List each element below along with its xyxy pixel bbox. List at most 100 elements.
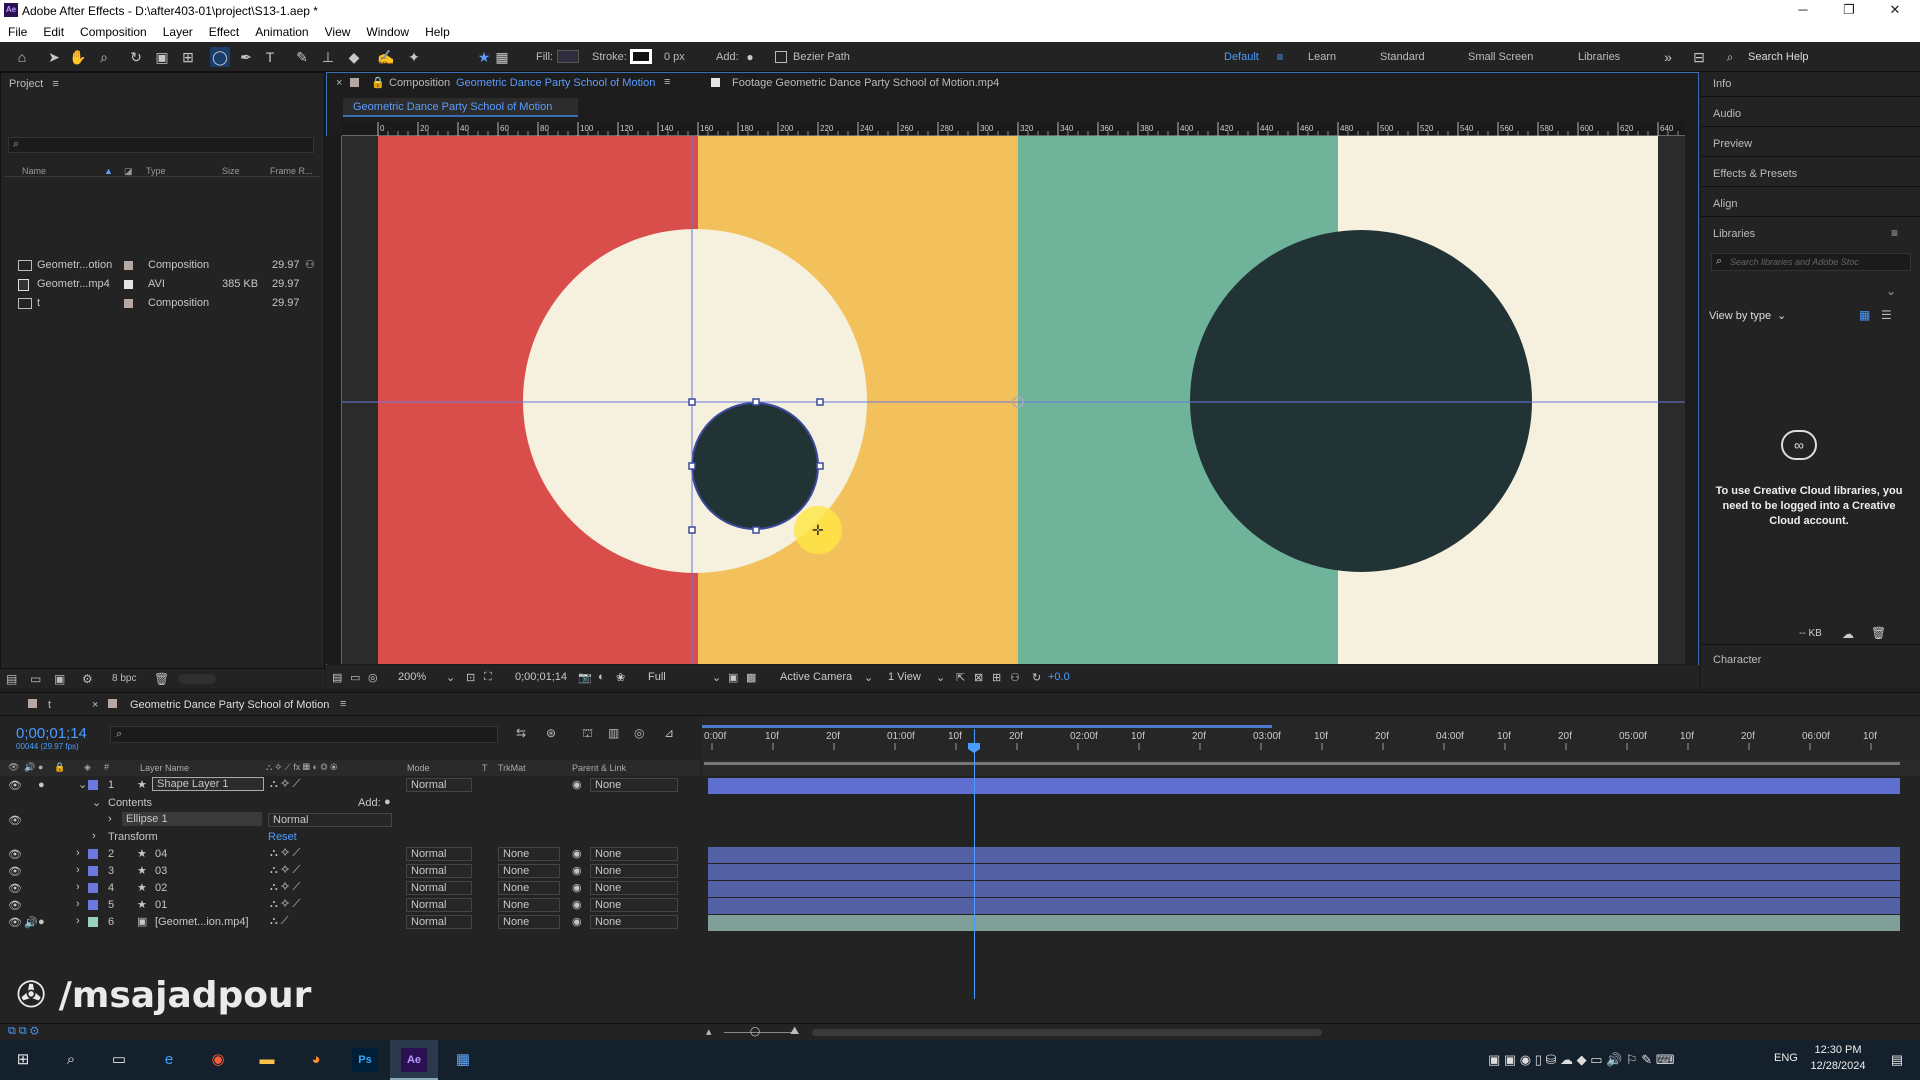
pickwhip-icon[interactable]: ◉ bbox=[572, 898, 582, 911]
clock-date[interactable]: 12/28/2024 bbox=[1808, 1060, 1868, 1072]
windows-start-icon[interactable]: ⊞ bbox=[10, 1048, 36, 1072]
view-by-type-dropdown[interactable]: View by type bbox=[1709, 310, 1771, 322]
layer-name[interactable]: 01 bbox=[155, 899, 167, 911]
add-circle-icon[interactable]: ● bbox=[384, 796, 391, 808]
menu-file[interactable]: File bbox=[0, 22, 35, 39]
blend-mode-dropdown[interactable]: Normal bbox=[268, 813, 392, 827]
zoom-out-icon[interactable]: ▴ bbox=[706, 1025, 712, 1038]
stroke-swatch[interactable] bbox=[630, 49, 652, 64]
toggle-pixel-icon[interactable]: ⇱ bbox=[956, 671, 965, 684]
mode-dropdown[interactable]: Normal bbox=[406, 864, 472, 878]
project-item[interactable]: Geometr...otion Composition 29.97 ⚇ bbox=[0, 257, 322, 275]
horizontal-scrollbar[interactable] bbox=[812, 1029, 1322, 1036]
project-search-input[interactable]: ⌕ bbox=[8, 137, 314, 153]
switch-icons[interactable]: ⛬ ✧ ⟋ bbox=[270, 864, 300, 877]
shy-layers-icon[interactable]: ⛫ bbox=[582, 726, 593, 742]
layer-bar-selected[interactable] bbox=[708, 778, 1900, 794]
collapse-chevron-icon[interactable]: ⌄ bbox=[92, 796, 101, 809]
trkmat-dropdown[interactable]: None bbox=[498, 864, 560, 878]
trkmat-dropdown[interactable]: None bbox=[498, 915, 560, 929]
reset-link[interactable]: Reset bbox=[268, 831, 297, 843]
col-parent[interactable]: Parent & Link bbox=[572, 763, 626, 773]
parent-dropdown[interactable]: None bbox=[590, 778, 678, 792]
show-snapshot-icon[interactable]: ◐ bbox=[598, 671, 605, 683]
trash-icon[interactable]: 🗑 bbox=[154, 672, 169, 686]
menu-layer[interactable]: Layer bbox=[155, 22, 201, 39]
camera-tool-icon[interactable]: ▣ bbox=[152, 47, 172, 67]
chevron-down-icon[interactable]: ⌄ bbox=[864, 671, 873, 684]
snapshot-icon[interactable]: 📷 bbox=[578, 671, 592, 684]
col-mode[interactable]: Mode bbox=[407, 763, 430, 773]
layer-name[interactable]: [Geomet...ion.mp4] bbox=[155, 916, 249, 928]
draft-3d-icon[interactable]: ⊛ bbox=[546, 726, 556, 740]
audio-icon[interactable]: 🔊 bbox=[24, 916, 38, 929]
chevron-down-icon[interactable]: ⌄ bbox=[446, 671, 455, 684]
current-time-indicator[interactable] bbox=[974, 729, 975, 999]
layer-row[interactable]: 👁 › 5 ★ 01 ⛬ ✧ ⟋ Normal None ◉ None bbox=[0, 897, 700, 914]
minimize-button[interactable]: ─ bbox=[1780, 2, 1826, 17]
layer-row[interactable]: 👁 › 4 ★ 02 ⛬ ✧ ⟋ Normal None ◉ None bbox=[0, 880, 700, 897]
expand-chevron-icon[interactable]: › bbox=[76, 881, 80, 893]
menu-animation[interactable]: Animation bbox=[247, 22, 316, 39]
mode-dropdown[interactable]: Normal bbox=[406, 881, 472, 895]
workspace-learn[interactable]: Learn bbox=[1308, 51, 1336, 63]
resolution-dropdown[interactable]: Full bbox=[648, 671, 666, 683]
maximize-button[interactable]: ❐ bbox=[1826, 2, 1872, 18]
close-button[interactable]: ✕ bbox=[1872, 2, 1918, 18]
panel-menu-icon[interactable]: ≡ bbox=[1891, 226, 1898, 240]
lock-icon[interactable]: 🔒 bbox=[371, 76, 385, 89]
region-of-interest-icon[interactable]: ▣ bbox=[728, 671, 738, 684]
expand-chevron-icon[interactable]: › bbox=[76, 898, 80, 910]
mode-dropdown[interactable]: Normal bbox=[406, 898, 472, 912]
search-icon[interactable]: ⌕ bbox=[1720, 47, 1740, 67]
ellipse-tool-icon[interactable]: ◯ bbox=[210, 47, 230, 67]
task-view-icon[interactable]: ▭ bbox=[106, 1048, 132, 1072]
switch-icons[interactable]: ⛬ ✧ ⟋ bbox=[270, 881, 300, 894]
after-effects-icon[interactable]: Ae bbox=[401, 1048, 427, 1072]
selection-tool-icon[interactable]: ➤ bbox=[44, 47, 64, 67]
layer-name[interactable]: Shape Layer 1 bbox=[152, 777, 264, 791]
col-frame-rate[interactable]: Frame R... bbox=[270, 166, 313, 176]
reset-exposure-icon[interactable]: ↻ bbox=[1032, 671, 1041, 684]
parent-dropdown[interactable]: None bbox=[590, 915, 678, 929]
layer-bar[interactable] bbox=[708, 847, 1900, 863]
fit-icon[interactable]: ⊡ bbox=[466, 671, 475, 684]
switch-icons[interactable]: ⛬ ✧ ⟋ bbox=[270, 778, 300, 791]
col-trkmat[interactable]: TrkMat bbox=[498, 763, 526, 773]
collapse-chevron-icon[interactable]: ⌄ bbox=[78, 778, 87, 791]
parent-dropdown[interactable]: None bbox=[590, 898, 678, 912]
star-icon[interactable]: ★ bbox=[474, 47, 494, 67]
chevron-down-icon[interactable]: ⌄ bbox=[1886, 284, 1896, 298]
add-circle-icon[interactable]: ● bbox=[740, 47, 760, 67]
chrome-icon[interactable]: ◉ bbox=[205, 1048, 231, 1072]
firefox-icon[interactable]: ◕ bbox=[303, 1048, 329, 1072]
color-channels-icon[interactable]: ❀ bbox=[616, 671, 625, 684]
expand-chevron-icon[interactable]: › bbox=[76, 847, 80, 859]
menu-effect[interactable]: Effect bbox=[201, 22, 247, 39]
project-item[interactable]: Geometr...mp4 AVI 385 KB 29.97 bbox=[0, 276, 322, 294]
frame-blending-icon[interactable]: ▥ bbox=[608, 726, 619, 740]
zoom-dropdown[interactable]: 200% bbox=[398, 671, 426, 683]
composition-canvas[interactable]: ✛ bbox=[342, 136, 1685, 664]
grid-view-icon[interactable]: ▦ bbox=[1859, 308, 1870, 322]
expand-chevron-icon[interactable]: › bbox=[76, 864, 80, 876]
bezier-checkbox[interactable] bbox=[775, 51, 787, 63]
composition-viewer[interactable]: ✛ bbox=[342, 136, 1685, 664]
flowchart-icon[interactable]: ⚇ bbox=[305, 258, 315, 271]
overflow-chevron-icon[interactable]: » bbox=[1658, 47, 1678, 67]
layer-switches-icon[interactable]: ⧉ ⧉ ⚙ bbox=[8, 1025, 39, 1038]
edge-icon[interactable]: e bbox=[156, 1048, 182, 1072]
layer-row[interactable]: 👁 🔊 ● › 6 ▣ [Geomet...ion.mp4] ⛬ ⟋ Norma… bbox=[0, 914, 700, 931]
timeline-search-input[interactable]: ⌕ bbox=[110, 726, 498, 743]
col-type[interactable]: Type bbox=[146, 166, 166, 176]
panel-menu-icon[interactable]: ≡ bbox=[664, 76, 670, 88]
tray-icons[interactable]: ▣ ▣ ◉ ▯ ⛁ ☁ ◆ ▭ 🔊 ⚐ ✎ ⌨ bbox=[1488, 1052, 1674, 1068]
pickwhip-icon[interactable]: ◉ bbox=[572, 881, 582, 894]
solo-icon[interactable]: ● bbox=[38, 779, 45, 791]
zoom-slider-thumb[interactable]: ◯ bbox=[750, 1026, 760, 1037]
panel-menu-icon[interactable]: ≡ bbox=[340, 698, 346, 710]
project-settings-icon[interactable]: ⚙ bbox=[82, 672, 93, 686]
work-area-bar[interactable] bbox=[704, 762, 1900, 765]
timeline-icon[interactable]: ⊞ bbox=[992, 671, 1001, 684]
graph-editor-icon[interactable]: ⊿ bbox=[664, 726, 674, 740]
